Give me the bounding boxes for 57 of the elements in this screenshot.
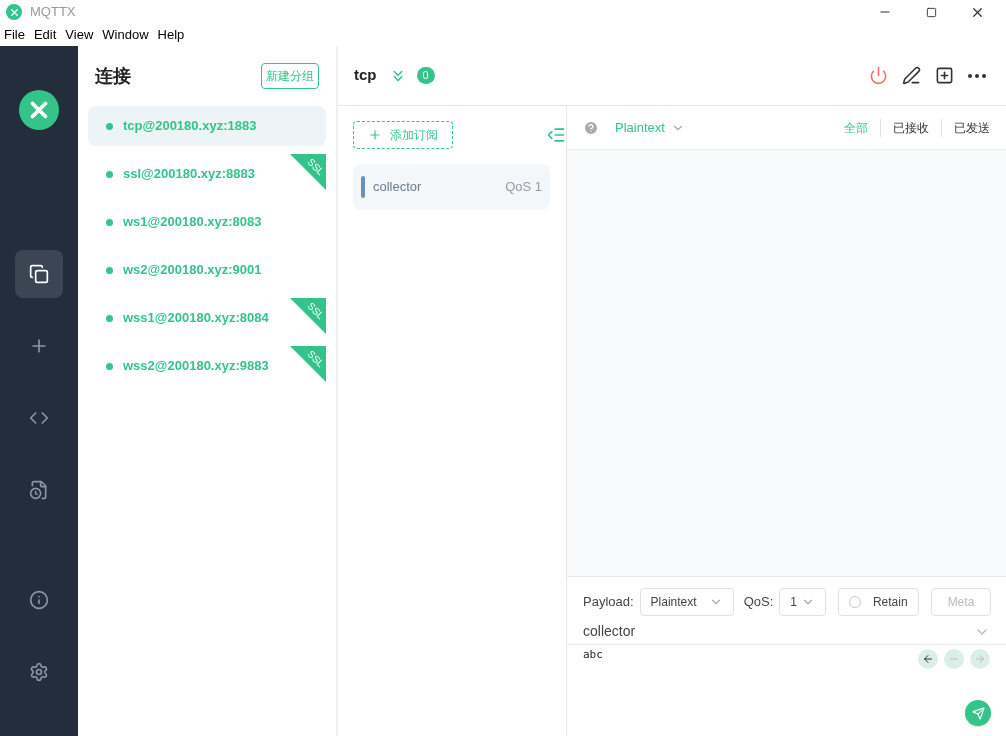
qos-label: QoS 1 (505, 178, 542, 197)
payload-format-select[interactable]: Plaintext (639, 588, 734, 616)
ssl-label: SSL (305, 300, 326, 322)
qos-select[interactable]: 1 (779, 588, 826, 616)
overlapping-squares-icon (29, 264, 49, 284)
payload-editor[interactable]: abc (583, 645, 603, 736)
app-logo-icon (6, 4, 22, 20)
corner-ribbon (290, 154, 326, 190)
topic-name: collector (373, 178, 422, 197)
edit-button[interactable] (902, 66, 921, 85)
subscription-item[interactable]: collector QoS 1 (353, 164, 550, 210)
arrow-left-icon (922, 653, 934, 665)
disconnect-button[interactable] (869, 66, 888, 85)
connections-nav-button[interactable] (15, 250, 63, 298)
qos-label: QoS: (743, 593, 774, 612)
connection-name: ssl@200180.xyz:8883 (123, 165, 255, 184)
maximize-icon (925, 6, 937, 18)
menu-item[interactable]: Edit (33, 25, 57, 45)
menu-item[interactable]: Window (102, 25, 149, 45)
pen-icon (902, 66, 921, 85)
menu-item[interactable]: File (4, 25, 25, 45)
corner-ribbon (290, 346, 326, 382)
send-icon (971, 706, 985, 720)
connection-title: tcp (354, 65, 377, 86)
panel-title: 连接 (95, 64, 131, 88)
connection-name: wss1@200180.xyz:8084 (123, 309, 269, 328)
window-title: MQTTX (30, 3, 76, 22)
square-plus-icon (935, 66, 954, 85)
topic-input[interactable]: collector (583, 621, 636, 642)
arrow-right-icon (974, 653, 986, 665)
document-clock-icon (29, 480, 49, 500)
settings-icon (29, 662, 49, 682)
connection-name: ws1@200180.xyz:8083 (123, 213, 262, 232)
power-icon (869, 66, 888, 85)
connection-name: ws2@200180.xyz:9001 (123, 261, 262, 280)
send-button[interactable] (965, 700, 991, 726)
unread-count: 0 (416, 67, 435, 84)
plus-icon (368, 128, 382, 142)
connection-name: wss2@200180.xyz:9883 (123, 357, 269, 376)
ssl-label: SSL (305, 348, 326, 370)
menu-item[interactable]: Help (157, 25, 185, 45)
previous-button[interactable] (918, 649, 938, 669)
payload-label: Payload: (583, 593, 634, 612)
collapse-icon[interactable] (546, 125, 566, 145)
message-filter-tab[interactable]: 已接收 (880, 118, 941, 137)
corner-ribbon (290, 298, 326, 334)
more-icon (968, 73, 986, 78)
new-window-button[interactable] (935, 66, 954, 85)
menu-item[interactable]: View (65, 25, 94, 45)
more-button[interactable] (968, 73, 986, 78)
retain-checkbox[interactable]: Retain (837, 588, 919, 616)
info-icon (29, 590, 49, 610)
app-logo-icon (19, 90, 59, 130)
message-filter-tab[interactable]: 已发送 (941, 118, 990, 137)
help-icon (583, 119, 599, 136)
connection-name: tcp@200180.xyz:1883 (123, 117, 257, 136)
ssl-label: SSL (305, 156, 326, 178)
